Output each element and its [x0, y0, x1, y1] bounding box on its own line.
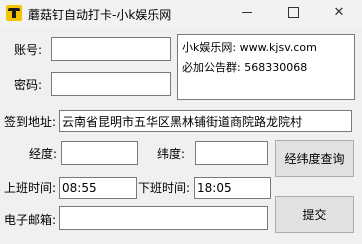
title-bar: 蘑菇钉自动打卡-小k娱乐网 ✕: [0, 0, 362, 28]
minimize-button[interactable]: [224, 0, 270, 28]
info-website: 小k娱乐网: www.kjsv.com: [182, 41, 317, 54]
address-input[interactable]: [59, 110, 352, 132]
password-input[interactable]: [51, 72, 171, 96]
query-coords-button[interactable]: 经纬度查询: [275, 140, 354, 177]
email-input[interactable]: [59, 206, 268, 230]
window-title: 蘑菇钉自动打卡-小k娱乐网: [28, 8, 172, 22]
email-label: 电子邮箱:: [4, 213, 57, 227]
maximize-icon: [287, 7, 299, 18]
latitude-input[interactable]: [195, 141, 268, 165]
account-label: 账号:: [14, 43, 43, 57]
longitude-input[interactable]: [61, 141, 138, 165]
minimize-icon: [242, 12, 252, 13]
longitude-label: 经度:: [29, 147, 58, 161]
info-group: 必加公告群: 568330068: [182, 61, 308, 74]
app-icon: [6, 5, 22, 21]
close-button[interactable]: ✕: [316, 0, 362, 28]
address-label: 签到地址:: [4, 115, 57, 129]
info-panel: 小k娱乐网: www.kjsv.com 必加公告群: 568330068: [177, 34, 355, 100]
maximize-button[interactable]: [270, 0, 316, 28]
latitude-label: 纬度:: [157, 147, 186, 161]
checkin-time-input[interactable]: [59, 177, 137, 199]
password-label: 密码:: [14, 78, 43, 92]
checkout-time-label: 下班时间:: [138, 181, 191, 195]
submit-button[interactable]: 提交: [275, 196, 354, 233]
checkout-time-input[interactable]: [194, 177, 271, 199]
account-input[interactable]: [51, 37, 171, 61]
checkin-time-label: 上班时间:: [4, 181, 57, 195]
